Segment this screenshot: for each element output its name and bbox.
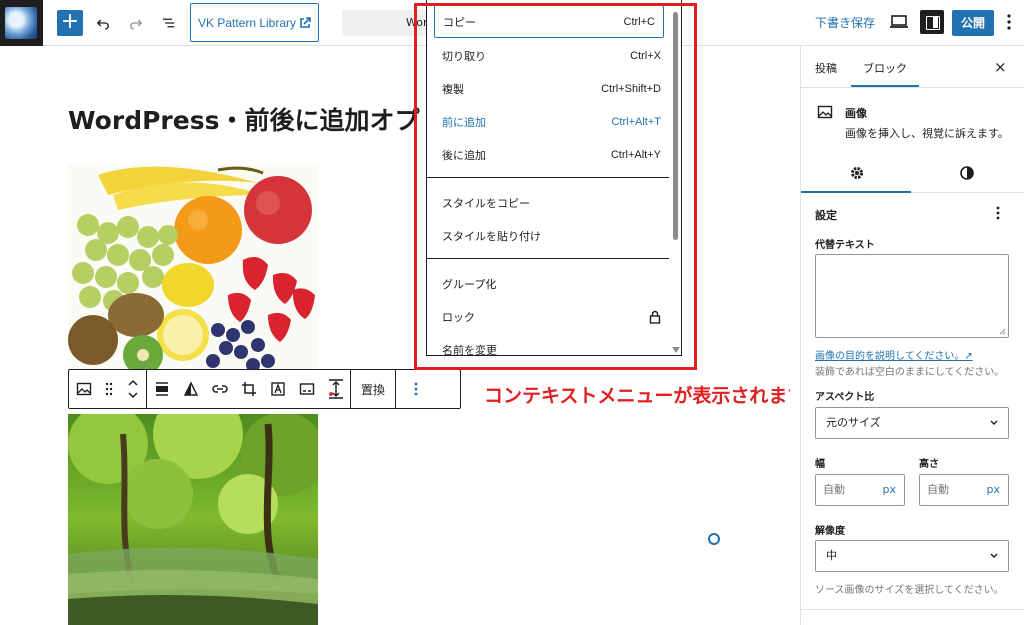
panel-divider <box>801 609 1024 610</box>
image-size-icon[interactable] <box>321 370 350 408</box>
chevron-down-icon <box>989 541 999 583</box>
panel-options-icon[interactable] <box>995 205 1001 224</box>
block-options-icon[interactable] <box>396 370 436 408</box>
alt-text-help-link[interactable]: 画像の目的を説明してください。↗ <box>815 347 973 362</box>
gear-icon[interactable] <box>849 165 865 184</box>
external-link-icon <box>300 16 311 28</box>
replace-group: 置換 <box>351 370 397 408</box>
image-block-icon <box>817 104 833 123</box>
more-options-icon[interactable] <box>1004 12 1014 35</box>
block-tools-group <box>147 370 351 408</box>
cursor-indicator <box>708 533 720 545</box>
caption-icon[interactable] <box>292 370 321 408</box>
document-overview-icon[interactable] <box>158 12 180 34</box>
options-group <box>396 370 436 408</box>
block-switcher-group <box>69 370 147 408</box>
vk-pattern-library-label: VK Pattern Library <box>197 15 297 30</box>
height-placeholder: 自動 <box>927 483 949 496</box>
aspect-ratio-select[interactable]: 元のサイズ <box>815 407 1009 439</box>
resolution-label: 解像度 <box>815 526 845 537</box>
resolution-value: 中 <box>826 549 837 562</box>
publish-button[interactable]: 公開 <box>952 10 994 36</box>
align-icon[interactable] <box>147 370 176 408</box>
active-tab-indicator <box>851 85 919 87</box>
width-label: 幅 <box>815 459 825 470</box>
redo-icon[interactable] <box>125 12 147 34</box>
vk-pattern-library-button[interactable]: VK Pattern Library <box>190 3 319 42</box>
crop-icon[interactable] <box>234 370 263 408</box>
text-over-image-icon[interactable] <box>263 370 292 408</box>
settings-sidebar-toggle[interactable] <box>920 10 944 34</box>
styles-icon[interactable] <box>959 165 975 184</box>
resolution-help: ソース画像のサイズを選択してください。 <box>815 585 1004 596</box>
duotone-icon[interactable] <box>176 370 205 408</box>
block-description: 画像を挿入し、視覚に訴えます。 <box>845 127 1009 140</box>
close-icon[interactable]: × <box>994 58 1007 76</box>
site-icon <box>5 7 37 39</box>
alt-text-input[interactable] <box>815 254 1009 338</box>
width-input[interactable]: 自動 px <box>815 474 905 506</box>
sidebar-tabs: 投稿 ブロック × <box>801 46 1024 88</box>
resolution-select[interactable]: 中 <box>815 540 1009 572</box>
add-block-button[interactable]: + <box>57 10 83 36</box>
width-placeholder: 自動 <box>823 483 845 496</box>
forest-river-image[interactable] <box>68 414 318 625</box>
preview-icon[interactable] <box>889 12 909 35</box>
post-title[interactable]: WordPress・前後に追加オプ <box>68 101 468 137</box>
block-title: 画像 <box>845 107 867 120</box>
image-block-icon[interactable] <box>69 370 98 408</box>
site-icon-button[interactable] <box>0 0 43 46</box>
block-toolbar: 置換 <box>68 369 461 409</box>
alt-text-help: 装飾であれば空白のままにしてください。 <box>815 367 1005 378</box>
height-label: 高さ <box>919 459 939 470</box>
highlight-frame <box>414 3 697 370</box>
active-subtab-indicator <box>801 191 911 193</box>
drag-handle-icon[interactable] <box>98 370 120 408</box>
replace-button[interactable]: 置換 <box>351 381 395 398</box>
chevron-down-icon <box>989 408 999 450</box>
width-unit: px <box>882 483 897 496</box>
move-up-down-icon[interactable] <box>120 370 146 408</box>
settings-styles-tabs <box>801 153 1024 193</box>
fruit-image[interactable] <box>68 165 318 370</box>
aspect-ratio-value: 元のサイズ <box>826 416 881 429</box>
tab-block[interactable]: ブロック <box>863 60 907 76</box>
settings-panel-title: 設定 <box>815 209 837 222</box>
height-input[interactable]: 自動 px <box>919 474 1009 506</box>
undo-icon[interactable] <box>92 12 114 34</box>
aspect-ratio-label: アスペクト比 <box>815 392 875 403</box>
link-icon[interactable] <box>205 370 234 408</box>
tab-post[interactable]: 投稿 <box>815 60 837 76</box>
settings-sidebar: 投稿 ブロック × 画像 画像を挿入し、視覚に訴えます。 設定 代替テキスト 画… <box>800 46 1024 625</box>
height-unit: px <box>986 483 1001 496</box>
alt-text-label: 代替テキスト <box>815 240 875 251</box>
save-draft-button[interactable]: 下書き保存 <box>815 14 875 31</box>
annotation-label: コンテキストメニューが表示されます <box>484 385 790 407</box>
